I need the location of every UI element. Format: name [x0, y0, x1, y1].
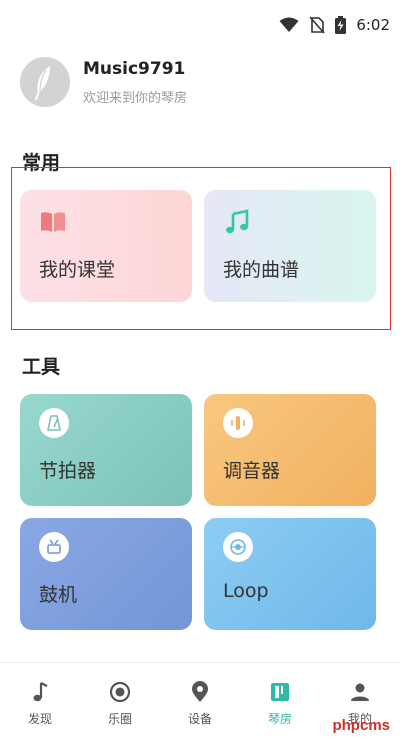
location-pin-icon [192, 681, 208, 702]
drum-icon-badge [39, 532, 69, 562]
tuner-label: 调音器 [223, 460, 281, 482]
status-time: 6:02 [356, 16, 390, 34]
battery-charging-icon [335, 16, 347, 34]
my-classroom-label: 我的课堂 [39, 259, 116, 281]
username: Music9791 [83, 58, 186, 79]
tabbar-divider [0, 662, 400, 663]
loop-label: Loop [223, 580, 269, 602]
metronome-label: 节拍器 [39, 460, 97, 482]
tab-discover[interactable]: 发现 [0, 670, 80, 742]
drum-machine-label: 鼓机 [39, 584, 78, 606]
watermark: phpcms [332, 717, 390, 734]
tab-circle-label: 乐圈 [107, 712, 132, 726]
feather-logo-icon [35, 66, 50, 100]
welcome-text: 欢迎来到你的琴房 [83, 90, 188, 106]
piano-room-icon [271, 683, 289, 701]
my-scores-card[interactable]: 我的曲谱 [204, 190, 376, 302]
tuner-card[interactable]: 调音器 [204, 394, 376, 506]
my-classroom-card[interactable]: 我的课堂 [20, 190, 192, 302]
person-icon [351, 683, 369, 701]
wifi-icon [279, 17, 299, 32]
book-icon [41, 212, 65, 232]
tab-device[interactable]: 设备 [160, 670, 240, 742]
metronome-icon [47, 415, 61, 431]
my-scores-label: 我的曲谱 [223, 259, 300, 281]
drum-machine-card[interactable]: 鼓机 [20, 518, 192, 630]
status-icons: 6:02 [279, 16, 390, 34]
tab-device-label: 设备 [187, 712, 212, 726]
section-title-tools: 工具 [22, 356, 61, 378]
loop-card[interactable]: Loop [204, 518, 376, 630]
tab-piano-room[interactable]: 琴房 [240, 670, 320, 742]
status-bar: 6:02 [0, 0, 400, 50]
circle-icon [109, 681, 131, 703]
metronome-icon-badge [39, 408, 69, 438]
no-sim-icon [309, 16, 325, 34]
loop-icon [230, 539, 246, 555]
tuner-icon-badge [223, 408, 253, 438]
tab-discover-label: 发现 [27, 712, 52, 726]
tab-circle[interactable]: 乐圈 [80, 670, 160, 742]
loop-icon-badge [223, 532, 253, 562]
tuner-icon [231, 416, 245, 430]
music-note-icon [33, 682, 48, 702]
music-note-icon [226, 209, 249, 234]
drum-icon [47, 539, 61, 554]
metronome-card[interactable]: 节拍器 [20, 394, 192, 506]
avatar[interactable] [20, 57, 70, 107]
tab-piano-room-label: 琴房 [267, 712, 292, 726]
profile-header[interactable]: Music9791 欢迎来到你的琴房 [20, 57, 187, 107]
